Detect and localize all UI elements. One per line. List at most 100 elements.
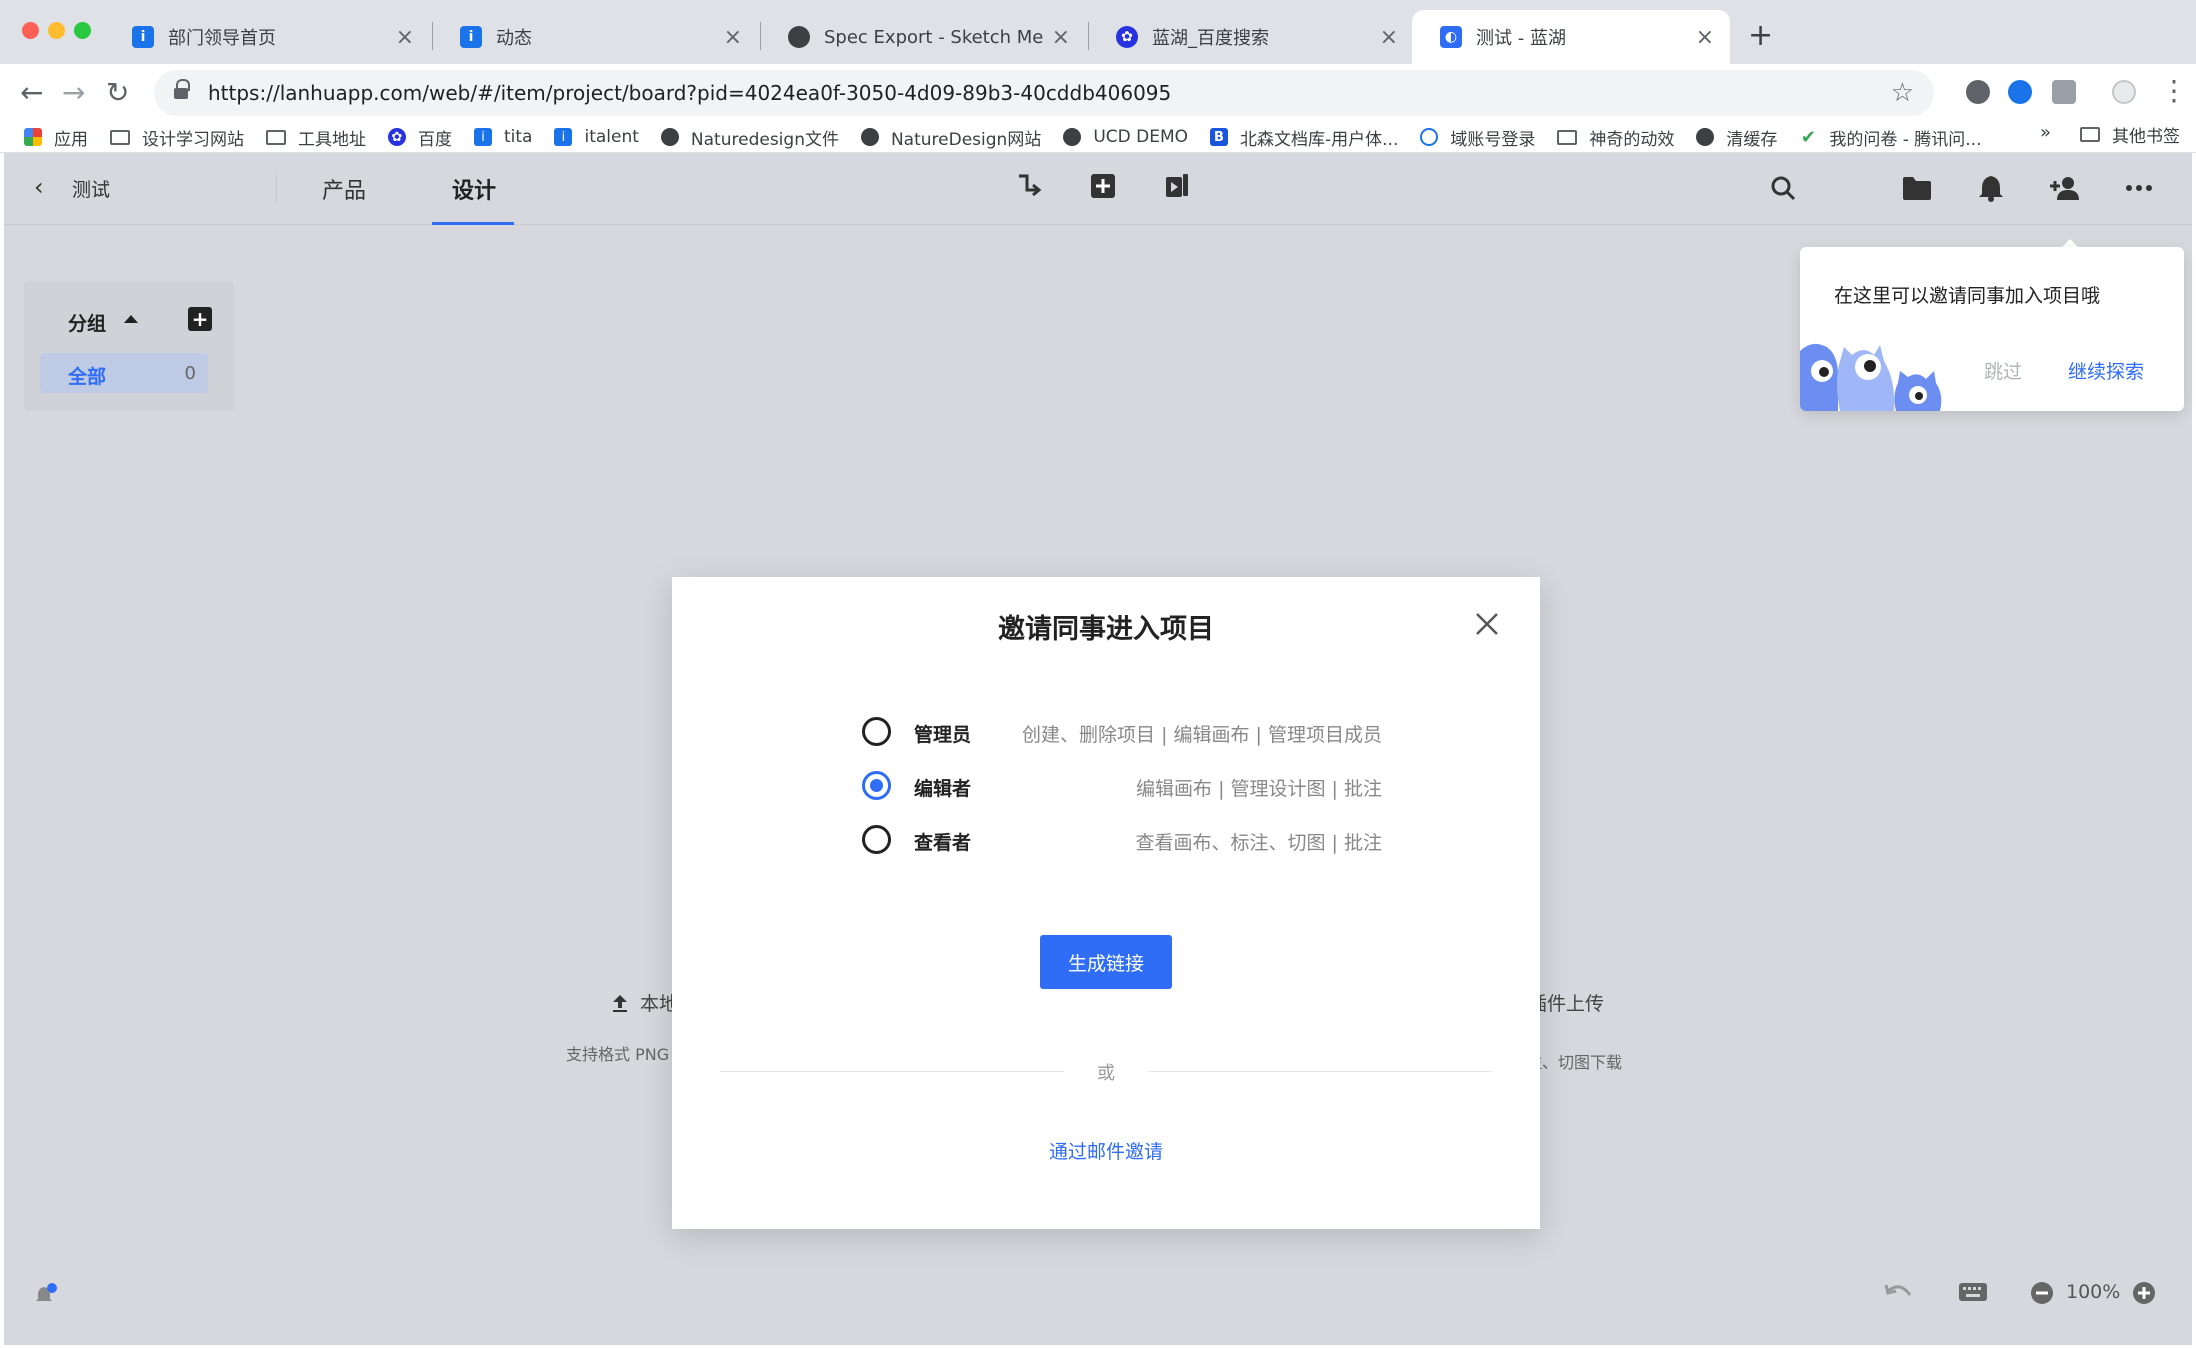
app-header: ‹ 测试 产品 设计 (4, 153, 2192, 225)
bookmark-label: 我的问卷 - 腾讯问... (1829, 129, 1982, 150)
folder-icon[interactable] (1900, 171, 1934, 205)
tab-product[interactable]: 产品 (322, 173, 366, 205)
browser-tabstrip: i 部门领导首页 × i 动态 × Spec Export - Sketch M… (0, 0, 2196, 64)
tab-close-icon[interactable]: × (396, 25, 414, 50)
back-arrow-icon[interactable]: ← (20, 76, 43, 109)
extension-icon[interactable] (2008, 80, 2032, 104)
bookmark-label: 应用 (54, 129, 88, 150)
email-invite-link[interactable]: 通过邮件邀请 (672, 1137, 1540, 1164)
bell-icon[interactable] (1974, 171, 2008, 205)
local-upload-button[interactable]: 本地 (610, 989, 678, 1016)
window-zoom-button[interactable] (74, 22, 91, 39)
search-icon[interactable] (1766, 171, 1800, 205)
close-icon[interactable] (1474, 611, 1500, 637)
more-icon[interactable] (2122, 171, 2156, 205)
bookmark-item[interactable]: NatureDesign网站 (860, 125, 1042, 150)
bookmark-label: 工具地址 (298, 129, 366, 150)
tab-close-icon[interactable]: × (1696, 25, 1714, 50)
role-option-viewer[interactable]: 查看者 查看画布、标注、切图 | 批注 (862, 825, 1382, 857)
info-icon: i (460, 26, 482, 48)
role-description: 创建、删除项目 | 编辑画布 | 管理项目成员 (1022, 724, 1382, 746)
invite-member-icon[interactable] (2048, 171, 2082, 205)
role-description: 查看画布、标注、切图 | 批注 (1135, 832, 1382, 854)
active-tab-indicator (432, 222, 514, 225)
apps-grid-icon (24, 128, 42, 146)
bookmark-folder[interactable]: 设计学习网站 (110, 125, 244, 150)
bookmark-folder[interactable]: 神奇的动效 (1557, 125, 1674, 150)
radio-button-selected[interactable] (862, 771, 891, 800)
camera-icon[interactable] (2052, 80, 2076, 104)
role-option-editor[interactable]: 编辑者 编辑画布 | 管理设计图 | 批注 (862, 771, 1382, 803)
browser-tab[interactable]: i 部门领导首页 × (104, 10, 430, 64)
upload-format-hint: 支持格式 PNG (566, 1045, 670, 1064)
zoom-in-icon[interactable] (2132, 1281, 2156, 1309)
caret-up-icon[interactable] (124, 315, 138, 323)
project-name[interactable]: 测试 (72, 175, 110, 202)
tab-title: 动态 (496, 28, 532, 49)
bookmark-item[interactable]: Naturedesign文件 (660, 125, 839, 150)
back-chevron-icon[interactable]: ‹ (34, 173, 44, 201)
prototype-play-icon[interactable] (1162, 171, 1192, 201)
browser-tab[interactable]: Spec Export - Sketch Measure × (760, 10, 1086, 64)
add-group-button[interactable]: + (188, 307, 212, 331)
modal-title: 邀请同事进入项目 (998, 614, 1214, 645)
or-separator: 或 (1097, 1063, 1115, 1084)
bookmark-label: 域账号登录 (1450, 129, 1536, 150)
tab-close-icon[interactable]: × (1052, 25, 1070, 50)
bookmark-item[interactable]: 清缓存 (1696, 125, 1777, 150)
help-bell-icon[interactable] (36, 1283, 58, 1309)
forward-arrow-icon[interactable]: → (62, 76, 85, 109)
bookmark-label: 其他书签 (2112, 127, 2180, 147)
browser-tab-active[interactable]: ◐ 测试 - 蓝湖 × (1412, 10, 1730, 64)
globe-icon (1696, 128, 1715, 146)
group-title[interactable]: 分组 (68, 309, 106, 336)
bookmark-item[interactable]: ✿ 百度 (388, 125, 452, 150)
bookmark-label: NatureDesign网站 (890, 129, 1042, 150)
browser-toolbar: ← → ↻ https://lanhuapp.com/web/#/item/pr… (0, 64, 2196, 122)
role-name: 管理员 (914, 724, 972, 746)
folder-icon (110, 129, 130, 145)
bookmark-folder[interactable]: 工具地址 (266, 125, 366, 150)
profile-avatar[interactable] (2112, 80, 2136, 104)
bookmark-item[interactable]: i italent (554, 127, 639, 147)
add-artboard-icon[interactable] (1088, 171, 1118, 201)
undo-icon[interactable] (1884, 1281, 1914, 1307)
extension-icon[interactable] (1966, 80, 1990, 104)
browser-tab[interactable]: i 动态 × (432, 10, 758, 64)
bookmark-apps[interactable]: 应用 (24, 125, 88, 150)
tab-close-icon[interactable]: × (1380, 25, 1398, 50)
browser-tab[interactable]: ✿ 蓝湖_百度搜索 × (1088, 10, 1414, 64)
onboarding-tooltip: 在这里可以邀请同事加入项目哦 跳过 继续探索 (1800, 247, 2184, 411)
address-bar[interactable]: https://lanhuapp.com/web/#/item/project/… (154, 70, 1934, 116)
other-bookmarks-folder[interactable]: 其他书签 (2080, 122, 2180, 147)
radio-button[interactable] (862, 825, 891, 854)
tab-close-icon[interactable]: × (724, 25, 742, 50)
bookmark-item[interactable]: ✔ 我的问卷 - 腾讯问... (1799, 125, 1982, 150)
radio-button[interactable] (862, 717, 891, 746)
tab-design[interactable]: 设计 (452, 173, 496, 205)
zoom-out-icon[interactable] (2030, 1281, 2054, 1309)
skip-button[interactable]: 跳过 (1984, 357, 2022, 384)
bookmark-item[interactable]: i tita (474, 127, 532, 147)
bookmark-label: 百度 (418, 129, 452, 150)
bookmark-item[interactable]: 域账号登录 (1420, 125, 1535, 150)
connector-icon[interactable] (1014, 171, 1044, 201)
bookmark-star-icon[interactable]: ☆ (1891, 78, 1914, 108)
new-tab-button[interactable]: + (1748, 18, 1773, 53)
bookmark-item[interactable]: UCD DEMO (1063, 127, 1188, 147)
bookmark-label: 设计学习网站 (142, 129, 244, 150)
keyboard-icon[interactable] (1958, 1281, 1988, 1307)
generate-link-button[interactable]: 生成链接 (1040, 935, 1172, 989)
continue-explore-button[interactable]: 继续探索 (2068, 357, 2144, 384)
group-item-all[interactable]: 全部 0 (40, 353, 208, 393)
bookmark-label: 北森文档库-用户体... (1240, 129, 1399, 150)
window-close-button[interactable] (22, 22, 39, 39)
reload-icon[interactable]: ↻ (106, 76, 129, 109)
globe-icon (660, 128, 679, 146)
bookmarks-overflow-button[interactable]: » (2040, 122, 2051, 143)
bookmark-item[interactable]: B 北森文档库-用户体... (1210, 125, 1398, 150)
browser-menu-icon[interactable]: ⋮ (2160, 74, 2188, 107)
role-option-admin[interactable]: 管理员 创建、删除项目 | 编辑画布 | 管理项目成员 (862, 717, 1382, 749)
info-icon: i (554, 128, 573, 146)
window-minimize-button[interactable] (48, 22, 65, 39)
